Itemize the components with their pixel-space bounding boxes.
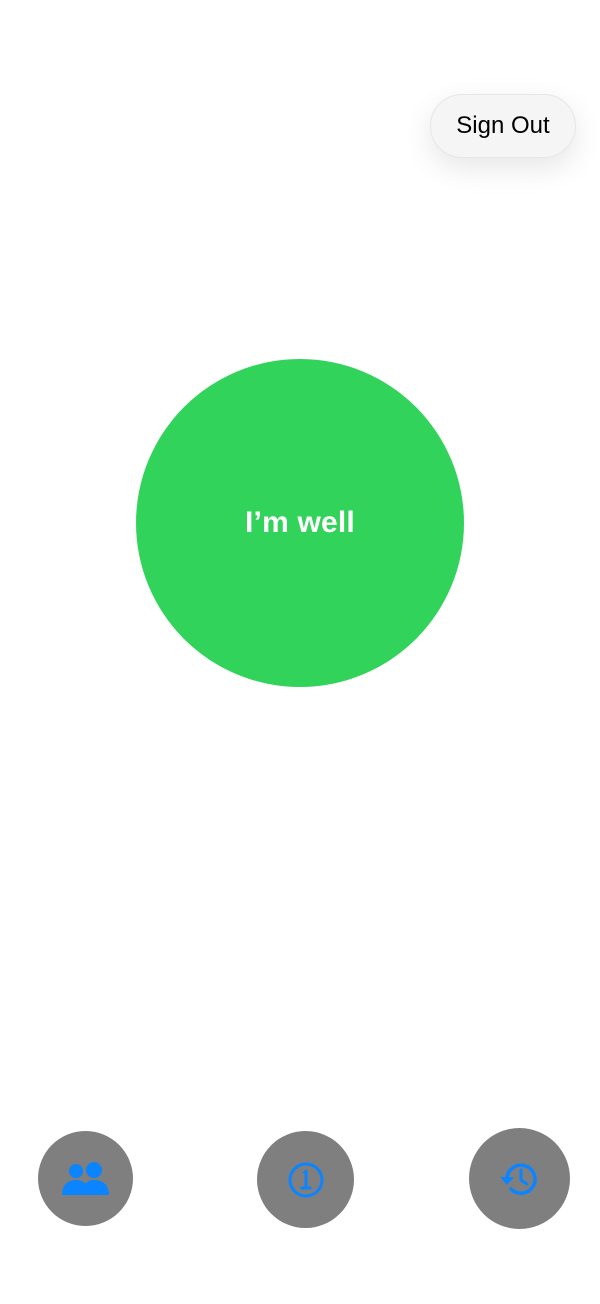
status-button[interactable]: I’m well	[136, 359, 464, 687]
contacts-icon	[60, 1161, 112, 1197]
status-label: I’m well	[245, 506, 355, 539]
info-button[interactable]	[257, 1131, 354, 1228]
sign-out-button[interactable]: Sign Out	[430, 94, 576, 158]
history-icon	[498, 1157, 542, 1201]
contacts-button[interactable]	[38, 1131, 133, 1226]
history-button[interactable]	[469, 1128, 570, 1229]
info-icon	[286, 1160, 326, 1200]
sign-out-label: Sign Out	[456, 112, 550, 139]
